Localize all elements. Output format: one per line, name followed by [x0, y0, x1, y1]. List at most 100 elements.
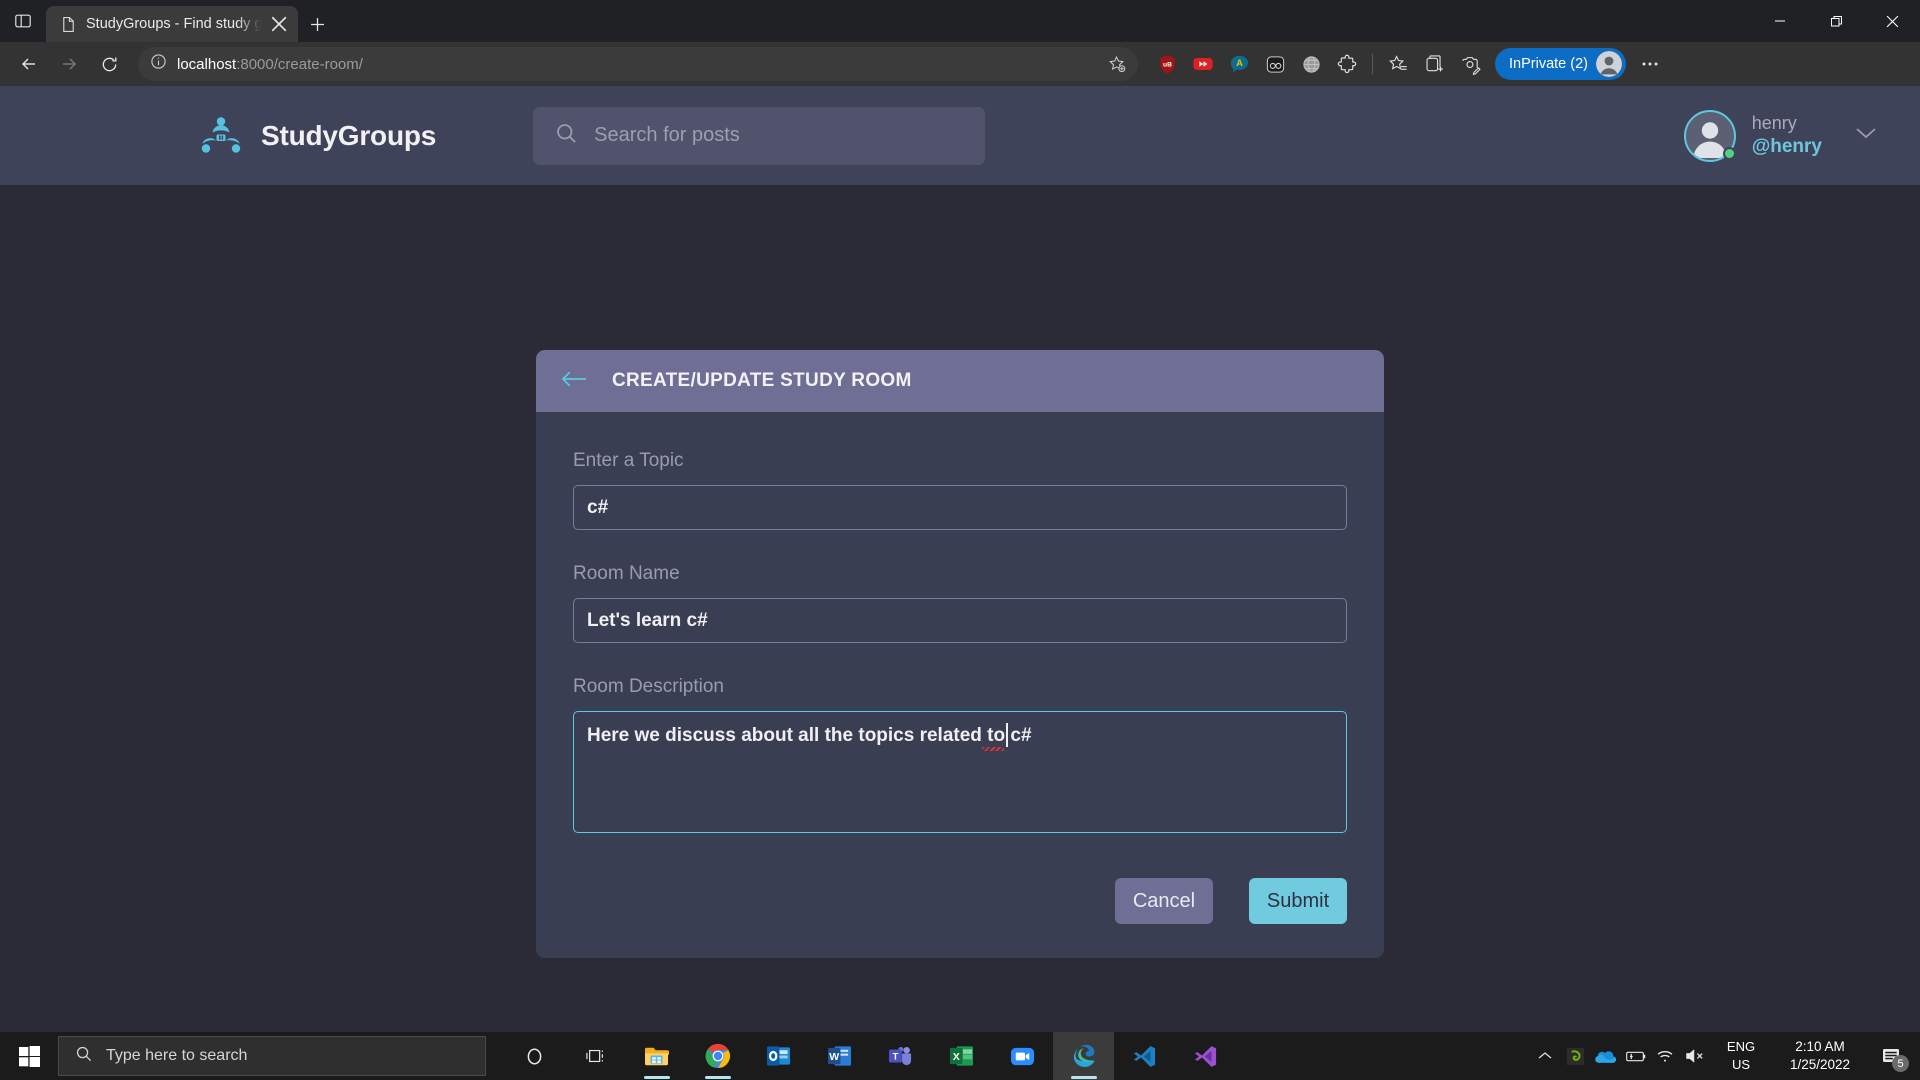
inprivate-profile-button[interactable]: InPrivate (2) [1495, 48, 1626, 80]
restore-button[interactable] [1808, 0, 1864, 42]
page-title: CREATE/UPDATE STUDY ROOM [612, 370, 912, 392]
browser-titlebar: StudyGroups - Find study groups [0, 0, 1920, 42]
favorites-icon[interactable] [1381, 47, 1415, 81]
profile-avatar-icon [1596, 51, 1622, 77]
inprivate-label: InPrivate (2) [1509, 56, 1588, 72]
browser-toolbar: localhost:8000/create-room/ uB [0, 42, 1920, 86]
tab-actions-icon[interactable] [0, 0, 46, 42]
adblock-extension[interactable]: A [1222, 47, 1256, 81]
clock-time: 2:10 AM [1772, 1038, 1868, 1056]
running-indicator [644, 1076, 670, 1079]
show-hidden-icons-chevron[interactable] [1530, 1032, 1560, 1080]
svg-text:T: T [892, 1051, 898, 1062]
vs-code-icon[interactable] [1114, 1032, 1175, 1080]
new-tab-button[interactable] [298, 6, 336, 42]
nvidia-tray-icon[interactable] [1560, 1032, 1590, 1080]
back-arrow-icon[interactable] [10, 47, 48, 81]
room-description-wrapper [573, 711, 1347, 838]
onedrive-icon[interactable] [1590, 1032, 1620, 1080]
avatar [1684, 110, 1736, 162]
excel-icon[interactable]: X [931, 1032, 992, 1080]
topic-input[interactable] [573, 485, 1347, 530]
room-description-label: Room Description [573, 676, 1347, 698]
address-bar[interactable]: localhost:8000/create-room/ [138, 47, 1138, 81]
room-name-input[interactable] [573, 598, 1347, 643]
taskbar-search-placeholder: Type here to search [106, 1047, 247, 1065]
visual-studio-icon[interactable] [1175, 1032, 1236, 1080]
battery-charging-icon[interactable] [1620, 1032, 1650, 1080]
profile-menu[interactable]: henry @henry [1684, 110, 1878, 162]
microsoft-edge-icon[interactable] [1053, 1032, 1114, 1080]
globe-extension[interactable] [1294, 47, 1328, 81]
forward-arrow-icon[interactable] [50, 47, 88, 81]
url-host: localhost [177, 56, 236, 73]
search-input[interactable]: Search for posts [533, 107, 985, 165]
browser-chrome: StudyGroups - Find study groups [0, 0, 1920, 86]
url-path: :8000/create-room/ [236, 56, 363, 73]
chevron-down-icon[interactable] [1854, 126, 1878, 145]
form-actions: Cancel Submit [573, 878, 1347, 924]
cancel-button[interactable]: Cancel [1115, 878, 1213, 924]
submit-button[interactable]: Submit [1249, 878, 1347, 924]
close-icon[interactable] [270, 13, 288, 35]
outlook-icon[interactable] [748, 1032, 809, 1080]
create-room-card: CREATE/UPDATE STUDY ROOM Enter a Topic R… [536, 350, 1384, 958]
web-capture-icon[interactable] [1453, 47, 1487, 81]
studygroups-logo-icon [199, 114, 243, 158]
language-line-1: ENG [1716, 1038, 1766, 1056]
card-header: CREATE/UPDATE STUDY ROOM [536, 350, 1384, 412]
clock-date: 1/25/2022 [1772, 1056, 1868, 1074]
boomerang-extension[interactable] [1258, 47, 1292, 81]
volume-muted-icon[interactable] [1680, 1032, 1710, 1080]
address-bar-url: localhost:8000/create-room/ [177, 56, 1092, 73]
language-line-2: US [1716, 1056, 1766, 1074]
cortana-icon[interactable] [504, 1032, 565, 1080]
brand-name: StudyGroups [261, 120, 436, 152]
video-extension[interactable] [1186, 47, 1220, 81]
site-info-icon[interactable] [150, 53, 167, 75]
zoom-icon[interactable] [992, 1032, 1053, 1080]
task-view-icon[interactable] [565, 1032, 626, 1080]
back-arrow-icon[interactable] [561, 370, 588, 393]
collections-icon[interactable] [1417, 47, 1451, 81]
brand-home-link[interactable]: StudyGroups [199, 114, 436, 158]
notification-count-badge: 5 [1892, 1055, 1909, 1072]
page-icon [60, 16, 77, 33]
toolbar-divider [1372, 54, 1373, 74]
taskbar-search-input[interactable]: Type here to search [58, 1036, 486, 1076]
minimize-button[interactable] [1752, 0, 1808, 42]
google-chrome-icon[interactable] [687, 1032, 748, 1080]
word-icon[interactable]: W [809, 1032, 870, 1080]
clock[interactable]: 2:10 AM 1/25/2022 [1772, 1038, 1868, 1074]
wifi-icon[interactable] [1650, 1032, 1680, 1080]
room-description-input[interactable] [573, 711, 1347, 833]
extensions-puzzle-icon[interactable] [1330, 47, 1364, 81]
file-explorer-icon[interactable] [626, 1032, 687, 1080]
taskbar-apps: W T X [504, 1032, 1236, 1080]
add-favorite-star-icon[interactable] [1102, 49, 1132, 79]
app-navbar: StudyGroups Search for posts [0, 86, 1920, 185]
browser-tab[interactable]: StudyGroups - Find study groups [46, 6, 298, 42]
profile-name: henry [1752, 112, 1822, 135]
ublock-origin-extension[interactable]: uB [1150, 47, 1184, 81]
svg-text:X: X [953, 1051, 960, 1063]
running-indicator [705, 1076, 731, 1079]
window-controls [1752, 0, 1920, 42]
system-tray: ENG US 2:10 AM 1/25/2022 5 [1530, 1032, 1920, 1080]
screen: StudyGroups - Find study groups [0, 0, 1920, 1080]
teams-icon[interactable]: T [870, 1032, 931, 1080]
input-language-indicator[interactable]: ENG US [1716, 1038, 1766, 1073]
tab-title: StudyGroups - Find study groups [86, 16, 261, 32]
close-button[interactable] [1864, 0, 1920, 42]
search-icon [555, 122, 578, 150]
more-options-icon[interactable] [1632, 47, 1668, 81]
notifications-icon[interactable]: 5 [1868, 1032, 1914, 1080]
profile-names: henry @henry [1752, 112, 1822, 158]
reload-icon[interactable] [90, 47, 128, 81]
windows-start-icon[interactable] [0, 1032, 58, 1080]
status-badge [1723, 147, 1736, 160]
windows-taskbar: Type here to search [0, 1032, 1920, 1080]
search-icon [75, 1045, 93, 1068]
svg-text:uB: uB [1163, 61, 1172, 68]
topic-label: Enter a Topic [573, 450, 1347, 472]
